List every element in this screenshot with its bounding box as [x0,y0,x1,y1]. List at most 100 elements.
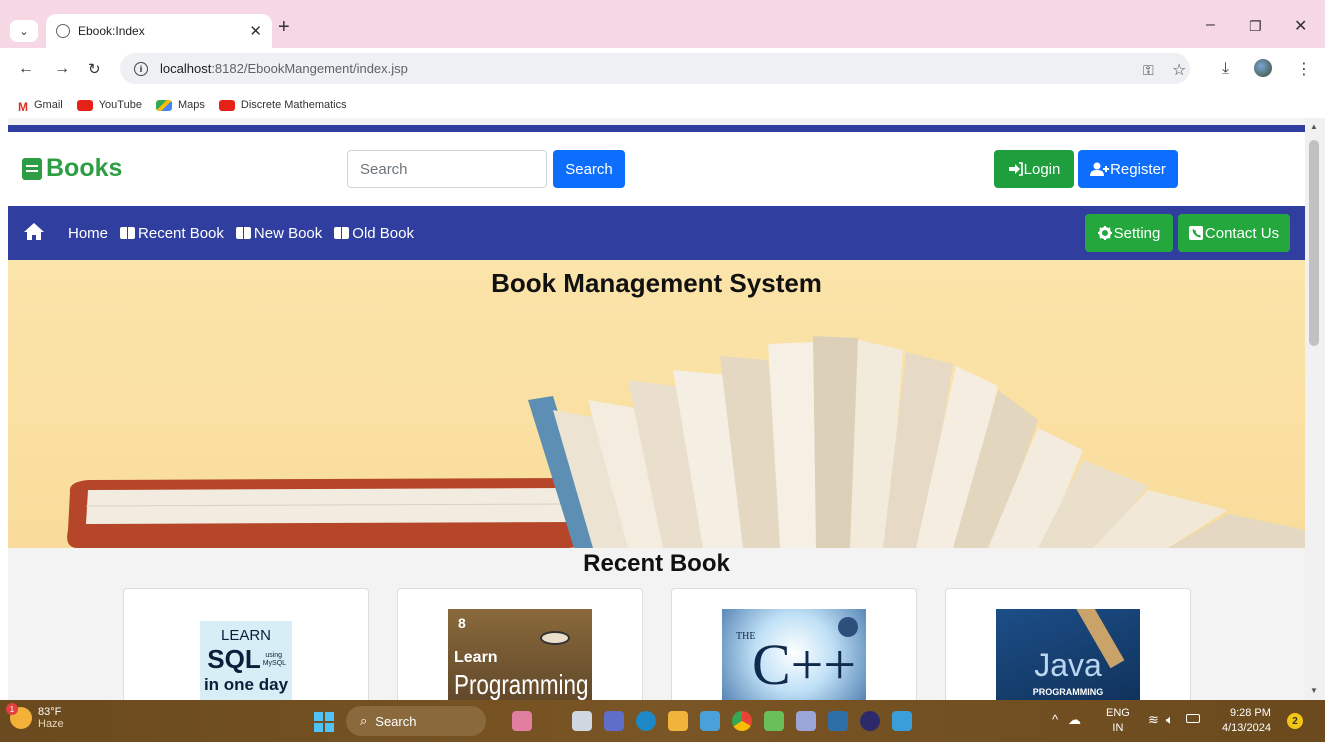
chrome-icon[interactable] [732,711,752,731]
new-tab-icon[interactable]: + [278,16,290,39]
site-header: Books Search Login Register [8,132,1305,206]
book-card[interactable]: 8 Learn Programming [397,588,643,700]
home-icon[interactable] [24,222,44,240]
youtube-icon [76,99,93,111]
nav-old-label: Old Book [352,224,414,242]
search-button[interactable]: Search [553,150,625,188]
battery-icon[interactable] [1186,714,1200,723]
region-label: IN [1112,722,1124,734]
url-path: :8182/EbookMangement/index.jsp [211,61,408,76]
tab-title: Ebook:Index [78,24,145,38]
book-open-icon [235,227,252,239]
weather-widget[interactable]: 1 83°F Haze [6,703,64,730]
cover-text: C++ [752,632,857,697]
page-scrollbar[interactable]: ▲ ▼ [1305,118,1325,700]
bookmark-youtube[interactable]: YouTube [76,99,142,111]
book-card[interactable]: LEARN SQL using MySQL in one day [123,588,369,700]
language-indicator[interactable]: ENG IN [1106,706,1130,736]
contact-us-button[interactable]: Contact Us [1178,214,1290,252]
lang-label: ENG [1106,707,1130,719]
site-info-icon[interactable]: i [134,61,148,76]
recent-book-heading: Recent Book [583,550,730,577]
weather-badge: 1 [6,703,18,715]
bookmark-label: YouTube [98,99,142,111]
book-card[interactable]: THE C++ [671,588,917,700]
menu-dots-icon[interactable]: ⋮ [1296,59,1312,79]
cover-text: 8 [458,615,466,631]
profile-avatar[interactable] [1254,59,1272,77]
bookmark-maps[interactable]: Maps [155,99,205,111]
bookmark-gmail[interactable]: M Gmail [18,99,63,114]
book-open-icon [334,227,350,239]
app-icon[interactable] [892,711,912,731]
download-icon[interactable]: ⤓ [1222,60,1229,78]
bookmark-discrete-mathematics[interactable]: Discrete Mathematics [218,99,347,111]
bookmark-star-icon[interactable]: ☆ [1172,60,1186,80]
search-icon: ⌕ [360,713,368,728]
weather-condition: Haze [38,718,64,730]
book-cover[interactable]: 8 Learn Programming [448,609,592,700]
scroll-thumb[interactable] [1309,140,1319,346]
forward-icon[interactable]: → [54,60,70,78]
onedrive-icon[interactable]: ☁ [1068,712,1081,728]
nav-new-book[interactable]: New Book [235,224,323,242]
register-button[interactable]: Register [1078,150,1178,188]
nav-home-label: Home [68,224,109,242]
browser-toolbar: ← → ↻ i localhost:8182/EbookMangement/in… [0,48,1325,92]
volume-icon[interactable]: 🔈︎ [1166,712,1174,728]
photos-icon[interactable] [700,711,720,731]
wifi-icon[interactable]: ≋ [1148,712,1159,728]
cover-text: SQL [207,644,261,674]
cpp-badge-icon [838,617,858,637]
browser-tab-bar: ⌄ Ebook:Index ✕ + – ❐ ✕ [0,0,1325,48]
nav-old-book[interactable]: Old Book [334,225,414,242]
task-view-icon[interactable] [572,711,592,731]
taskbar-search[interactable]: ⌕ Search [346,706,486,736]
browser-tab[interactable]: Ebook:Index ✕ [46,14,272,48]
brand-logo[interactable]: Books [22,154,122,183]
app-icon[interactable] [796,711,816,731]
sign-in-icon [1008,162,1023,176]
nav-recent-book[interactable]: Recent Book [120,225,224,242]
vscode-icon[interactable] [828,711,848,731]
book-cover[interactable]: LEARN SQL using MySQL in one day [200,621,292,700]
nav-home[interactable]: Home [68,225,108,242]
hero-title: Book Management System [491,268,822,298]
search-input[interactable] [347,150,547,188]
gear-icon [1097,226,1112,240]
gmail-icon: M [18,99,28,114]
notification-badge[interactable]: 2 [1287,713,1303,729]
bookmark-label: Maps [177,99,205,111]
restore-icon[interactable]: ❐ [1249,18,1262,35]
close-tab-icon[interactable]: ✕ [249,22,262,40]
books-illustration [67,336,1305,548]
setting-button[interactable]: Setting [1085,214,1173,252]
tray-chevron-icon[interactable]: ^ [1052,712,1058,727]
reload-icon[interactable]: ↻ [88,60,101,78]
minimize-icon[interactable]: – [1206,16,1215,34]
back-icon[interactable]: ← [18,60,34,78]
nav-new-label: New Book [253,224,323,242]
scroll-down-icon[interactable]: ▼ [1310,686,1318,695]
eclipse-icon[interactable] [860,711,880,731]
windows-start-icon[interactable] [314,712,334,732]
teams-icon[interactable] [604,711,624,731]
edge-icon[interactable] [636,711,656,731]
bookmark-label: Gmail [34,99,63,111]
scroll-up-icon[interactable]: ▲ [1310,122,1318,131]
book-cover[interactable]: THE C++ [722,609,866,700]
book-cover[interactable]: Java PROGRAMMING [996,609,1140,700]
book-card[interactable]: Java PROGRAMMING [945,588,1191,700]
youtube-icon [218,99,235,111]
app-icon[interactable] [764,711,784,731]
store-app-icon[interactable] [512,711,532,731]
system-clock[interactable]: 9:28 PM 4/13/2024 [1222,706,1271,736]
tab-list-button[interactable]: ⌄ [10,20,38,42]
file-explorer-icon[interactable] [668,711,688,731]
register-label: Register [1110,160,1166,178]
close-window-icon[interactable]: ✕ [1294,16,1307,36]
address-bar[interactable]: i localhost:8182/EbookMangement/index.js… [120,53,1190,84]
login-button[interactable]: Login [994,150,1074,188]
password-key-icon[interactable]: ⚿ [1143,62,1154,79]
cover-text: using MySQL [262,651,287,667]
